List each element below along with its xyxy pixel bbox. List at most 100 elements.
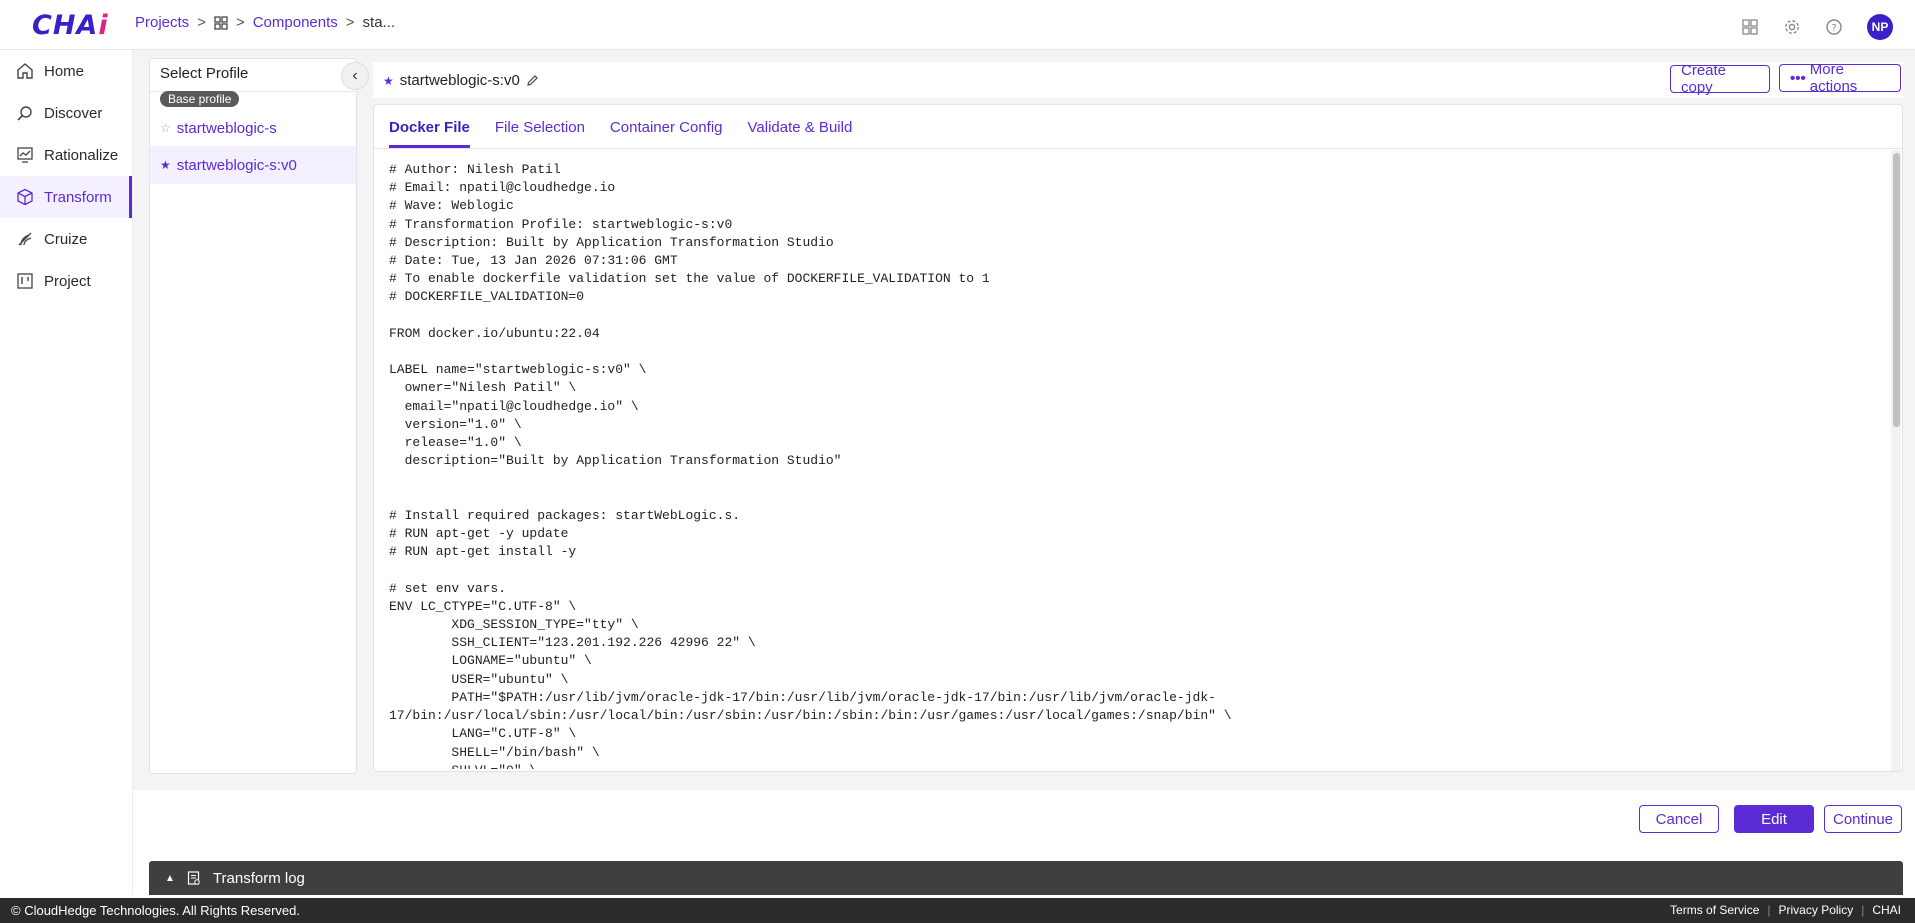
scrollbar-thumb[interactable] xyxy=(1893,153,1900,427)
tab-bar: Docker File File Selection Container Con… xyxy=(374,105,1902,149)
transform-icon xyxy=(17,188,33,206)
nav-item-project[interactable]: Project xyxy=(0,260,132,302)
code-line: SHLVL="0" \ xyxy=(389,762,1879,769)
code-line: # Author: Nilesh Patil xyxy=(389,162,561,177)
footer-divider: | xyxy=(1861,903,1865,917)
side-nav: Home Discover Rationalize Transform Crui… xyxy=(0,50,133,895)
caret-up-icon[interactable]: ▲ xyxy=(165,873,175,884)
code-line: release="1.0" \ xyxy=(389,435,522,451)
nav-label: Discover xyxy=(44,104,103,122)
privacy-link[interactable]: Privacy Policy xyxy=(1779,903,1854,917)
code-line: PATH="$PATH:/usr/lib/jvm/oracle-jdk-17/b… xyxy=(389,689,1216,705)
tab-validate-build[interactable]: Validate & Build xyxy=(748,119,853,148)
code-line: LOGNAME="ubuntu" \ xyxy=(389,653,592,669)
top-bar: CHAi Projects > > Components > sta... ? … xyxy=(0,0,1915,50)
profile-title: ★ startweblogic-s:v0 xyxy=(383,72,539,89)
nav-item-discover[interactable]: Discover xyxy=(0,92,132,134)
edit-pencil-icon[interactable] xyxy=(526,74,539,87)
tab-docker-file[interactable]: Docker File xyxy=(389,119,470,148)
code-line: LABEL name="startweblogic-s:v0" \ xyxy=(389,362,647,378)
profile-item-base[interactable]: Base profile ☆ startweblogic-s xyxy=(150,91,356,146)
copyright-text: © CloudHedge Technologies. All Rights Re… xyxy=(11,903,301,918)
profile-title-text: startweblogic-s:v0 xyxy=(399,72,520,89)
gear-icon[interactable] xyxy=(1783,18,1801,36)
footer-brand: CHAI xyxy=(1872,903,1901,917)
code-line: LANG="C.UTF-8" \ xyxy=(389,726,577,742)
cancel-button[interactable]: Cancel xyxy=(1639,805,1719,833)
editor-card: Docker File File Selection Container Con… xyxy=(373,104,1903,772)
code-line: # Install required packages: startWebLog… xyxy=(389,507,741,523)
base-profile-badge: Base profile xyxy=(160,91,240,107)
chevron-left-icon: ‹ xyxy=(352,67,358,84)
edit-button[interactable]: Edit xyxy=(1734,805,1814,833)
code-line: # To enable dockerfile validation set th… xyxy=(389,271,990,287)
nav-label: Rationalize xyxy=(44,146,119,164)
breadcrumb-current: sta... xyxy=(362,14,396,31)
tab-file-selection[interactable]: File Selection xyxy=(495,119,585,148)
code-line: version="1.0" \ xyxy=(389,416,522,432)
log-icon xyxy=(187,870,201,886)
code-line: XDG_SESSION_TYPE="tty" \ xyxy=(389,617,639,633)
breadcrumb-projects[interactable]: Projects xyxy=(135,14,189,31)
continue-button[interactable]: Continue xyxy=(1824,805,1902,833)
nav-label: Transform xyxy=(44,188,112,206)
nav-label: Cruize xyxy=(44,230,88,248)
code-line: SHELL="/bin/bash" \ xyxy=(389,744,600,760)
code-line: # Wave: Weblogic xyxy=(389,198,514,214)
footer-divider: | xyxy=(1767,903,1771,917)
nav-item-cruize[interactable]: Cruize xyxy=(0,218,132,260)
grid-icon[interactable] xyxy=(214,15,228,30)
nav-label: Project xyxy=(44,272,91,290)
profile-item-label: startweblogic-s xyxy=(176,119,277,137)
breadcrumb: Projects > > Components > sta... xyxy=(135,14,395,31)
star-filled-icon: ★ xyxy=(160,158,171,172)
code-line: # Date: Tue, 13 Jan 2026 07:31:06 GMT xyxy=(389,253,678,269)
chevron-right-icon: > xyxy=(345,14,355,31)
footer-links: Terms of Service | Privacy Policy | CHAI xyxy=(1670,903,1901,917)
collapse-panel-button[interactable]: ‹ xyxy=(341,62,369,90)
code-line: owner="Nilesh Patil" \ xyxy=(389,380,577,396)
dockerfile-code[interactable]: # Author: Nilesh Patil # Email: npatil@cl… xyxy=(389,161,1879,769)
code-line: # RUN apt-get -y update xyxy=(389,526,569,542)
nav-label: Home xyxy=(44,62,85,80)
profile-panel-title: Select Profile xyxy=(150,59,356,92)
apps-grid-icon[interactable] xyxy=(1741,18,1759,36)
tab-container-config[interactable]: Container Config xyxy=(610,119,723,148)
code-line: # set env vars. xyxy=(389,580,507,596)
user-avatar[interactable]: NP xyxy=(1867,14,1893,40)
more-actions-label: More actions xyxy=(1809,61,1858,95)
discover-icon xyxy=(17,106,32,121)
project-icon xyxy=(17,273,33,289)
chai-logo[interactable]: CHAi xyxy=(32,10,109,41)
cruize-icon xyxy=(18,232,32,246)
code-line: # Transformation Profile: startweblogic-… xyxy=(389,216,733,232)
svg-text:?: ? xyxy=(1831,23,1836,34)
help-icon[interactable]: ? xyxy=(1825,18,1843,36)
chevron-right-icon: > xyxy=(197,14,206,31)
nav-item-rationalize[interactable]: Rationalize xyxy=(0,134,132,176)
code-line: 17/bin:/usr/local/sbin:/usr/local/bin:/u… xyxy=(389,708,1232,724)
home-icon xyxy=(17,63,33,79)
create-copy-button[interactable]: Create copy xyxy=(1670,62,1770,96)
code-line: # RUN apt-get install -y xyxy=(389,544,577,560)
profile-item-label: startweblogic-s:v0 xyxy=(176,156,297,174)
main-header: ★ startweblogic-s:v0 Create copy ••• Mor… xyxy=(373,61,1903,98)
transform-log-bar[interactable]: ▲ Transform log xyxy=(149,861,1903,895)
nav-item-transform[interactable]: Transform xyxy=(0,176,132,218)
breadcrumb-components[interactable]: Components xyxy=(253,14,338,31)
code-line: description="Built by Application Transf… xyxy=(389,453,842,469)
more-actions-button[interactable]: ••• More actions xyxy=(1779,61,1901,95)
code-line: ENV LC_CTYPE="C.UTF-8" \ xyxy=(389,598,577,614)
terms-link[interactable]: Terms of Service xyxy=(1670,903,1759,917)
code-line: # DOCKERFILE_VALIDATION=0 xyxy=(389,289,585,305)
code-line: USER="ubuntu" \ xyxy=(389,671,569,687)
star-filled-icon: ★ xyxy=(383,73,394,88)
code-line: # Email: npatil@cloudhedge.io xyxy=(389,180,616,196)
nav-item-home[interactable]: Home xyxy=(0,50,132,92)
profile-item-v0[interactable]: ★ startweblogic-s:v0 xyxy=(150,146,356,184)
